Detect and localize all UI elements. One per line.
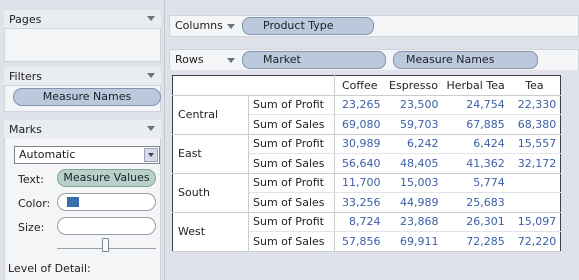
corner-cell [172,75,335,96]
table-row: West Sum of Profit 8,724 23,868 26,301 15,097 [172,212,561,252]
crosstab-body: Central Sum of Profit 23,265 23,500 24,754 22… [172,95,561,252]
table-cell[interactable]: 15,097 [508,212,561,232]
row-header-market[interactable]: West [172,212,249,252]
column-header-espresso[interactable]: Espresso [384,75,443,96]
column-header-row: Coffee Espresso Herbal Tea Tea [172,75,561,96]
table-cell[interactable]: 72,220 [508,231,561,252]
color-label: Color: [18,197,51,210]
table-cell[interactable]: 68,380 [508,114,561,135]
rows-shelf-caret-icon[interactable] [227,58,235,63]
table-cell[interactable]: 56,640 [334,153,385,174]
side-panel: Pages Filters Measure Names Marks Automa… [0,0,165,280]
table-cell[interactable] [508,173,561,193]
row-header-measure[interactable]: Sum of Profit [248,212,335,232]
table-row: South Sum of Profit 11,700 15,003 5,774 [172,173,561,213]
table-cell[interactable]: 15,557 [508,134,561,154]
table-cell[interactable]: 22,330 [508,95,561,115]
column-header-coffee[interactable]: Coffee [334,75,385,96]
size-label: Size: [18,221,45,234]
column-header-tea[interactable]: Tea [508,75,561,96]
table-cell[interactable]: 8,724 [334,212,385,232]
size-slider-thumb[interactable] [102,238,109,252]
table-cell[interactable]: 41,362 [442,153,509,174]
row-header-market[interactable]: Central [172,95,249,135]
marks-title: Marks [9,123,42,136]
color-swatch [67,197,79,207]
pages-title: Pages [9,13,42,26]
filters-card-header[interactable]: Filters [4,67,161,85]
level-of-detail-label: Level of Detail: [8,262,91,275]
pages-shelf[interactable] [4,28,161,62]
table-cell[interactable]: 57,856 [334,231,385,252]
columns-shelf-label: Columns [175,19,223,32]
table-cell[interactable]: 26,301 [442,212,509,232]
table-cell[interactable]: 69,080 [334,114,385,135]
color-field[interactable] [57,193,156,211]
table-cell[interactable]: 15,003 [384,173,443,193]
text-label: Text: [18,173,44,186]
row-header-measure[interactable]: Sum of Sales [248,153,335,174]
row-header-market[interactable]: East [172,134,249,174]
rows-shelf[interactable]: Rows Market Measure Names [169,49,579,71]
filters-title: Filters [9,70,42,83]
row-header-measure[interactable]: Sum of Profit [248,134,335,154]
table-cell[interactable]: 23,868 [384,212,443,232]
table-cell[interactable]: 33,256 [334,192,385,213]
columns-shelf[interactable]: Columns Product Type [169,15,579,37]
column-pill-product-type[interactable]: Product Type [242,17,374,35]
table-cell[interactable] [508,192,561,213]
table-cell[interactable]: 5,774 [442,173,509,193]
pages-card-header[interactable]: Pages [4,10,161,28]
row-header-measure[interactable]: Sum of Profit [248,95,335,115]
mark-type-select[interactable]: Automatic [14,146,160,164]
marks-menu-caret-icon[interactable] [147,126,155,131]
filters-shelf[interactable]: Measure Names [4,85,161,112]
table-cell[interactable]: 72,285 [442,231,509,252]
table-cell[interactable]: 24,754 [442,95,509,115]
table-cell[interactable]: 23,500 [384,95,443,115]
row-pill-measure-names[interactable]: Measure Names [393,51,538,69]
table-cell[interactable]: 44,989 [384,192,443,213]
table-cell[interactable]: 48,405 [384,153,443,174]
table-cell[interactable]: 32,172 [508,153,561,174]
crosstab: Coffee Espresso Herbal Tea Tea Central Su… [172,75,562,252]
table-cell[interactable]: 25,683 [442,192,509,213]
table-cell[interactable]: 30,989 [334,134,385,154]
row-header-measure[interactable]: Sum of Sales [248,114,335,135]
table-cell[interactable]: 23,265 [334,95,385,115]
filters-menu-caret-icon[interactable] [147,73,155,78]
rows-shelf-label: Rows [175,53,204,66]
marks-card-header[interactable]: Marks [4,120,161,138]
table-cell[interactable]: 6,242 [384,134,443,154]
row-header-measure[interactable]: Sum of Profit [248,173,335,193]
table-cell[interactable]: 59,703 [384,114,443,135]
table-row: East Sum of Profit 30,989 6,242 6,424 15,557 [172,134,561,174]
row-pill-market[interactable]: Market [242,51,386,69]
table-row: Central Sum of Profit 23,265 23,500 24,754 22… [172,95,561,135]
pages-menu-caret-icon[interactable] [147,16,155,21]
filter-pill-measure-names[interactable]: Measure Names [13,88,161,106]
row-header-measure[interactable]: Sum of Sales [248,192,335,213]
chevron-down-icon[interactable] [144,148,158,162]
table-cell[interactable]: 11,700 [334,173,385,193]
table-cell[interactable]: 6,424 [442,134,509,154]
row-header-market[interactable]: South [172,173,249,213]
text-pill-measure-values[interactable]: Measure Values [57,169,156,187]
columns-shelf-caret-icon[interactable] [227,24,235,29]
row-header-measure[interactable]: Sum of Sales [248,231,335,252]
mark-type-value: Automatic [19,148,76,161]
size-field[interactable] [57,217,156,235]
column-header-herbal-tea[interactable]: Herbal Tea [442,75,509,96]
table-cell[interactable]: 67,885 [442,114,509,135]
table-cell[interactable]: 69,911 [384,231,443,252]
